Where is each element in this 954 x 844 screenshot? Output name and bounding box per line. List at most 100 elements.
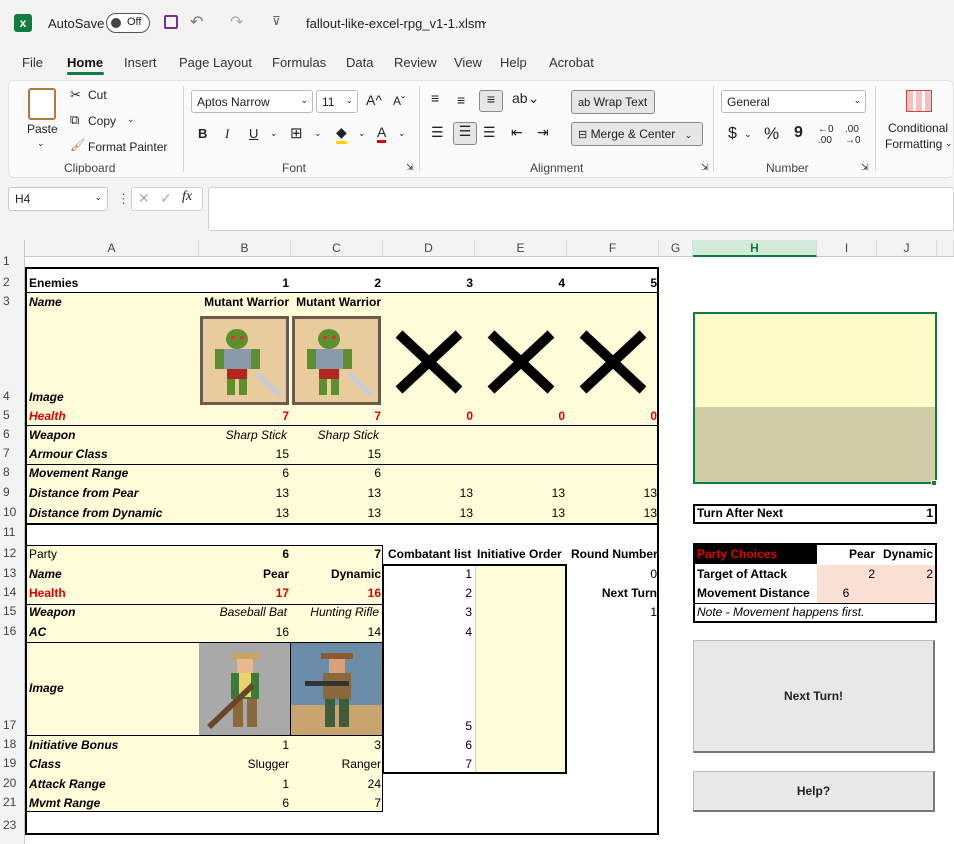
wrap-text-button[interactable]: ab Wrap Text <box>571 90 655 114</box>
movement-distance-pear[interactable]: 6 <box>817 584 875 603</box>
underline-dropdown-icon[interactable]: ⌄ <box>270 128 278 139</box>
undo-icon[interactable]: ↶ <box>190 12 203 32</box>
formatting-label[interactable]: Formatting <box>885 137 942 151</box>
menu-view[interactable]: View <box>454 55 482 70</box>
align-center-icon[interactable]: ☰ <box>453 122 477 145</box>
column-header-c[interactable]: C <box>291 240 383 257</box>
row-header[interactable]: 12 <box>0 546 24 560</box>
font-color-dropdown-icon[interactable]: ⌄ <box>398 128 406 139</box>
bold-button[interactable]: B <box>198 126 207 141</box>
row-header[interactable]: 9 <box>0 485 24 499</box>
row-header[interactable]: 16 <box>0 624 24 638</box>
fill-handle[interactable] <box>931 480 937 486</box>
help-button[interactable]: Help? <box>693 771 935 812</box>
row-header[interactable]: 7 <box>0 446 24 460</box>
column-header-g[interactable]: G <box>659 240 693 257</box>
conditional-formatting-icon[interactable] <box>906 90 932 112</box>
merge-center-button[interactable]: ⊟ Merge & Center ⌄ <box>571 122 703 146</box>
menu-file[interactable]: File <box>22 55 43 70</box>
font-color-icon[interactable]: A <box>377 124 387 143</box>
worksheet-grid[interactable]: A B C D E F G H I J 1 2 3 4 5 6 7 8 9 10… <box>0 240 954 844</box>
borders-icon[interactable]: ⊞ <box>290 124 303 142</box>
format-painter-button[interactable]: Format Painter <box>88 140 167 154</box>
menu-help[interactable]: Help <box>500 55 527 70</box>
menu-review[interactable]: Review <box>394 55 437 70</box>
percent-button[interactable]: % <box>764 124 779 144</box>
font-family-select[interactable]: Aptos Narrow ⌄ <box>191 90 313 113</box>
column-header-next[interactable] <box>937 240 954 257</box>
row-header[interactable]: 15 <box>0 604 24 618</box>
align-top-icon[interactable]: ≡ <box>431 90 439 106</box>
enter-icon[interactable]: ✓ <box>160 190 172 207</box>
save-icon[interactable] <box>164 15 178 29</box>
row-header[interactable]: 3 <box>0 294 24 308</box>
column-header-a[interactable]: A <box>25 240 199 257</box>
cut-button[interactable]: Cut <box>88 88 107 102</box>
file-name[interactable]: fallout-like-excel-rpg_v1-1.xlsm <box>306 16 485 31</box>
font-size-select[interactable]: 11 ⌄ <box>316 90 358 113</box>
target-of-attack-pear[interactable]: 2 <box>817 565 875 584</box>
fill-dropdown-icon[interactable]: ⌄ <box>358 128 366 139</box>
row-header[interactable]: 13 <box>0 566 24 580</box>
row-header[interactable]: 6 <box>0 427 24 441</box>
increase-indent-icon[interactable]: ⇥ <box>537 124 549 141</box>
dialog-launcher-icon[interactable]: ⇲ <box>861 162 869 173</box>
menu-insert[interactable]: Insert <box>124 55 157 70</box>
format-painter-icon[interactable]: 🖌 <box>70 138 85 152</box>
menu-home[interactable]: Home <box>67 55 103 70</box>
conditional-label[interactable]: Conditional <box>888 121 948 135</box>
paste-dropdown-icon[interactable]: ⌄ <box>37 138 45 149</box>
row-header[interactable]: 4 <box>0 389 24 403</box>
menu-formulas[interactable]: Formulas <box>272 55 326 70</box>
name-box[interactable]: H4 ⌄ <box>8 187 108 211</box>
row-header[interactable]: 21 <box>0 795 24 809</box>
row-header[interactable]: 20 <box>0 776 24 790</box>
orientation-icon[interactable]: ab⌄ <box>512 90 539 107</box>
column-header-d[interactable]: D <box>383 240 475 257</box>
selected-cell-h4[interactable] <box>693 312 937 486</box>
autosave-toggle[interactable]: Off <box>106 13 150 33</box>
copy-icon[interactable]: ⧉ <box>70 112 79 128</box>
formula-input[interactable] <box>208 187 954 231</box>
row-header[interactable]: 11 <box>0 525 24 539</box>
column-header-e[interactable]: E <box>475 240 567 257</box>
row-header[interactable]: 18 <box>0 737 24 751</box>
decrease-decimal-icon[interactable]: .00 →0 <box>845 124 861 146</box>
more-icon[interactable]: ⋮ <box>117 191 130 207</box>
row-header[interactable]: 2 <box>0 275 24 289</box>
currency-button[interactable]: $ <box>728 125 737 143</box>
row-header[interactable]: 8 <box>0 465 24 479</box>
row-header[interactable]: 5 <box>0 408 24 422</box>
row-header[interactable]: 10 <box>0 505 24 519</box>
target-of-attack-dynamic[interactable]: 2 <box>877 565 933 584</box>
column-header-h[interactable]: H <box>693 240 817 257</box>
column-header-f[interactable]: F <box>567 240 659 257</box>
cut-icon[interactable]: ✂ <box>70 87 81 103</box>
decrease-font-icon[interactable]: Aˇ <box>393 94 405 108</box>
next-turn-button[interactable]: Next Turn! <box>693 640 935 753</box>
chevron-down-icon[interactable]: ⌄ <box>480 16 488 27</box>
insert-function-button[interactable]: fx <box>182 189 192 205</box>
menu-data[interactable]: Data <box>346 55 373 70</box>
row-header[interactable]: 23 <box>0 818 24 832</box>
underline-button[interactable]: U <box>249 126 258 141</box>
copy-dropdown-icon[interactable]: ⌄ <box>127 114 135 125</box>
increase-font-icon[interactable]: A^ <box>366 92 382 108</box>
fill-color-icon[interactable]: ◆ <box>336 124 347 144</box>
increase-decimal-icon[interactable]: ←0.00 <box>818 124 834 146</box>
paste-icon[interactable] <box>28 88 56 120</box>
italic-button[interactable]: I <box>225 126 229 142</box>
decrease-indent-icon[interactable]: ⇤ <box>511 124 523 141</box>
cancel-icon[interactable]: ✕ <box>138 190 150 207</box>
redo-icon[interactable]: ↷ <box>230 12 243 32</box>
comma-button[interactable]: 9 <box>794 124 803 142</box>
align-bottom-icon[interactable]: ≡ <box>479 90 503 112</box>
row-header[interactable]: 1 <box>0 255 24 267</box>
copy-button[interactable]: Copy <box>88 114 116 128</box>
customize-qat-icon[interactable]: ⊽ <box>272 14 281 28</box>
dialog-launcher-icon[interactable]: ⇲ <box>701 162 709 173</box>
menu-page-layout[interactable]: Page Layout <box>179 55 252 70</box>
paste-button[interactable]: Paste <box>27 122 58 136</box>
column-header-i[interactable]: I <box>817 240 877 257</box>
column-header-b[interactable]: B <box>199 240 291 257</box>
